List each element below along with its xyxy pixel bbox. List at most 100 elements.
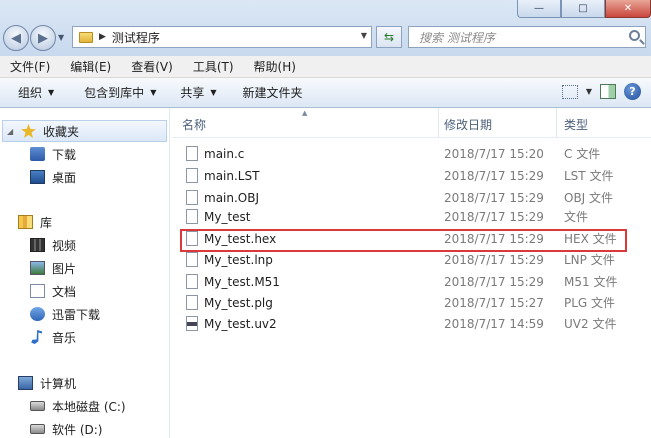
nav-item-computer[interactable]: 计算机 <box>0 372 165 394</box>
sort-arrow-icon: ▲ <box>302 109 308 117</box>
nav-item-local-disk-c[interactable]: 本地磁盘 (C:) <box>0 395 165 417</box>
forward-button[interactable]: ▶ <box>30 25 56 51</box>
help-icon[interactable]: ? <box>624 83 641 100</box>
file-row[interactable]: My_test.M51 2018/7/17 15:29 M51 文件 <box>172 270 651 293</box>
project-file-icon <box>186 316 198 331</box>
include-library-button[interactable]: 包含到库中 ▼ <box>75 84 165 101</box>
search-icon[interactable] <box>629 30 640 41</box>
file-row[interactable]: main.c 2018/7/17 15:20 C 文件 <box>172 142 651 165</box>
back-button[interactable]: ◀ <box>3 25 29 51</box>
file-icon <box>186 252 198 267</box>
nav-label: 音乐 <box>52 330 77 345</box>
nav-item-documents[interactable]: 文档 <box>0 280 165 302</box>
refresh-button[interactable]: ⇆ <box>376 26 402 48</box>
column-divider[interactable] <box>556 108 557 138</box>
view-dropdown-icon[interactable]: ▼ <box>586 87 592 96</box>
caret-down-icon: ▼ <box>48 88 55 97</box>
desktop-icon <box>30 170 45 184</box>
nav-label: 文档 <box>52 284 77 299</box>
breadcrumb-arrow-icon[interactable]: ▶ <box>99 32 106 42</box>
nav-label: 下载 <box>52 147 77 162</box>
file-row[interactable]: main.LST 2018/7/17 15:29 LST 文件 <box>172 164 651 187</box>
nav-item-favorites[interactable]: ◢ 收藏夹 <box>2 120 167 142</box>
column-modified[interactable]: 修改日期 <box>444 116 492 133</box>
computer-icon <box>18 376 33 390</box>
nav-item-videos[interactable]: 视频 <box>0 234 165 256</box>
nav-item-pictures[interactable]: 图片 <box>0 257 165 279</box>
menu-file[interactable]: 文件(F) <box>0 58 60 75</box>
file-type: PLG 文件 <box>564 296 616 310</box>
include-library-label: 包含到库中 <box>84 86 145 100</box>
file-date: 2018/7/17 15:20 <box>444 146 544 161</box>
recent-pages-dropdown[interactable]: ▼ <box>58 33 64 42</box>
share-label: 共享 <box>180 86 205 100</box>
file-type: LST 文件 <box>564 169 614 183</box>
minimize-button[interactable]: — <box>517 0 561 18</box>
star-icon <box>21 124 36 138</box>
menu-help[interactable]: 帮助(H) <box>244 58 306 75</box>
column-divider[interactable] <box>438 108 439 138</box>
new-folder-button[interactable]: 新建文件夹 <box>234 84 312 101</box>
file-date: 2018/7/17 14:59 <box>444 316 544 331</box>
new-folder-label: 新建文件夹 <box>242 86 303 100</box>
file-name[interactable]: My_test.lnp <box>204 253 273 267</box>
share-button[interactable]: 共享 ▼ <box>171 84 225 101</box>
video-icon <box>30 238 45 252</box>
window-controls: — □ ✕ <box>491 0 651 18</box>
organize-label: 组织 <box>18 86 43 100</box>
menu-tools[interactable]: 工具(T) <box>183 58 244 75</box>
file-type: OBJ 文件 <box>564 191 614 205</box>
file-row[interactable]: My_test.uv2 2018/7/17 14:59 UV2 文件 <box>172 312 651 335</box>
menu-view[interactable]: 查看(V) <box>121 58 183 75</box>
navigation-pane: ◢ 收藏夹 下载 桌面 库 视频 图片 文档 迅雷下载 音乐 计算机 本地磁盘 <box>0 108 170 438</box>
nav-item-soft-d[interactable]: 软件 (D:) <box>0 418 165 438</box>
file-name[interactable]: My_test <box>204 210 251 224</box>
file-row[interactable]: My_test.plg 2018/7/17 15:27 PLG 文件 <box>172 291 651 314</box>
downloads-icon <box>30 147 45 161</box>
column-header: ▲ 名称 修改日期 类型 <box>172 108 651 138</box>
nav-label: 迅雷下载 <box>52 307 101 322</box>
column-type[interactable]: 类型 <box>564 116 588 133</box>
file-name[interactable]: My_test.uv2 <box>204 317 277 331</box>
address-path[interactable]: 测试程序 <box>112 29 160 46</box>
command-bar: 组织 ▼ 包含到库中 ▼ 共享 ▼ 新建文件夹 ▼ ? <box>0 78 651 108</box>
file-icon <box>186 168 198 183</box>
nav-item-music[interactable]: 音乐 <box>0 326 165 348</box>
nav-label: 桌面 <box>52 170 77 185</box>
nav-item-downloads[interactable]: 下载 <box>0 143 165 165</box>
file-type: C 文件 <box>564 147 601 161</box>
view-controls: ▼ ? <box>561 83 641 100</box>
nav-item-desktop[interactable]: 桌面 <box>0 166 165 188</box>
file-icon <box>186 146 198 161</box>
refresh-icon: ⇆ <box>383 30 395 44</box>
file-icon <box>186 209 198 224</box>
file-name[interactable]: My_test.M51 <box>204 275 280 289</box>
address-dropdown-icon[interactable]: ▼ <box>361 31 367 40</box>
nav-label: 计算机 <box>40 376 77 391</box>
caret-down-icon: ▼ <box>210 88 217 97</box>
address-bar[interactable]: ▶ 测试程序 ▼ <box>72 26 372 48</box>
preview-pane-icon[interactable] <box>600 84 616 99</box>
menu-edit[interactable]: 编辑(E) <box>60 58 121 75</box>
music-icon <box>31 330 42 344</box>
search-input[interactable]: 搜索 测试程序 <box>419 29 495 46</box>
nav-label: 库 <box>40 215 53 230</box>
file-name[interactable]: main.LST <box>204 169 259 183</box>
nav-item-libraries[interactable]: 库 <box>0 211 165 233</box>
file-row[interactable]: My_test 2018/7/17 15:29 文件 <box>172 205 651 228</box>
disk-icon <box>30 424 45 434</box>
file-name[interactable]: My_test.plg <box>204 296 273 310</box>
file-list: ▲ 名称 修改日期 类型 main.c 2018/7/17 15:20 C 文件… <box>172 108 651 438</box>
folder-icon <box>79 31 93 43</box>
change-view-icon[interactable] <box>561 84 578 99</box>
search-box[interactable]: 搜索 测试程序 <box>408 26 646 48</box>
maximize-button[interactable]: □ <box>561 0 605 18</box>
file-name[interactable]: main.c <box>204 147 244 161</box>
nav-item-thunder-downloads[interactable]: 迅雷下载 <box>0 303 165 325</box>
close-button[interactable]: ✕ <box>605 0 651 18</box>
nav-label: 收藏夹 <box>43 124 80 139</box>
collapse-icon[interactable]: ◢ <box>7 127 17 136</box>
organize-button[interactable]: 组织 ▼ <box>0 84 63 101</box>
column-name[interactable]: 名称 <box>182 116 206 133</box>
file-name[interactable]: main.OBJ <box>204 191 259 205</box>
